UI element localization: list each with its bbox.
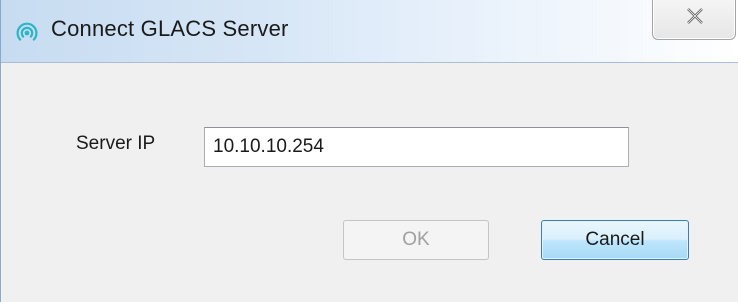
title-bar[interactable]: Connect GLACS Server [1,0,738,63]
ok-button[interactable]: OK [343,220,489,260]
server-ip-input[interactable] [204,127,629,167]
wifi-signal-icon [15,21,39,45]
dialog-body: Server IP OK Cancel [1,63,738,302]
server-ip-label: Server IP [76,133,156,154]
window-title: Connect GLACS Server [51,16,289,41]
connect-server-dialog: Connect GLACS Server Server IP OK Cancel [0,0,738,302]
close-button[interactable] [652,0,736,40]
cancel-button[interactable]: Cancel [541,220,689,260]
